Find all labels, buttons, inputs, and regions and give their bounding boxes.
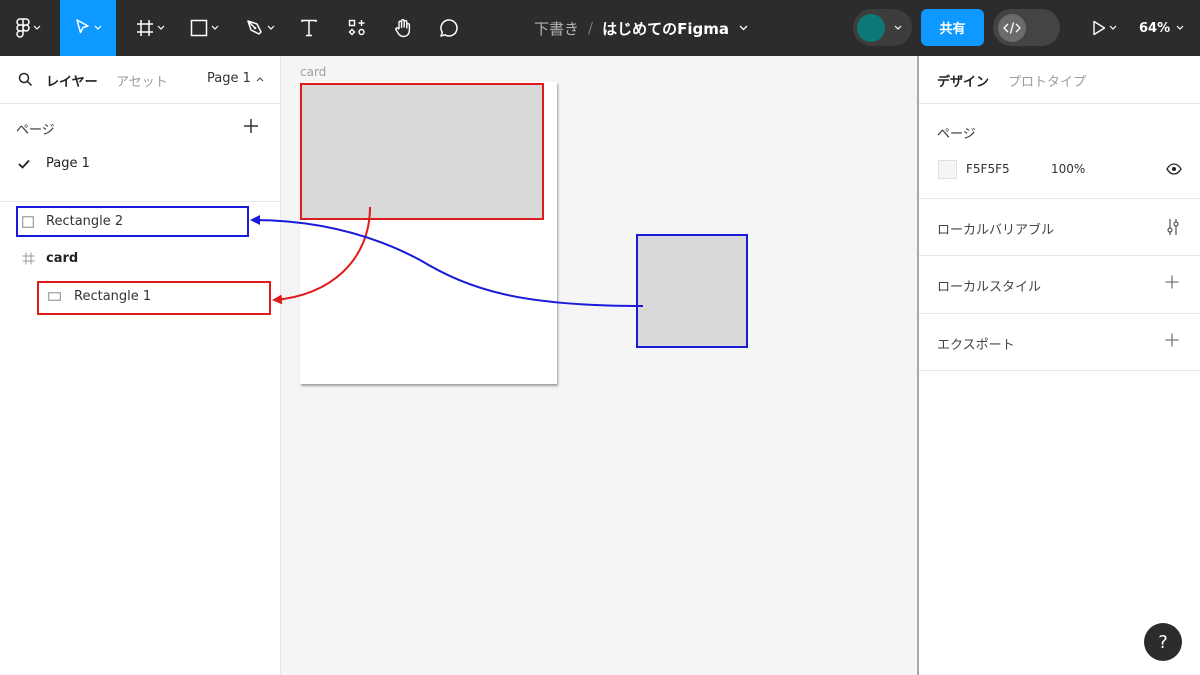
add-page-icon[interactable] [243, 118, 259, 134]
chevron-down-icon [33, 25, 40, 30]
chevron-down-icon [211, 25, 218, 30]
file-name[interactable]: はじめてのFigma [602, 18, 729, 39]
comment-tool-button[interactable] [434, 0, 464, 56]
plus-icon[interactable] [1165, 333, 1179, 347]
frame-tool-button[interactable] [128, 0, 172, 56]
dev-mode-icon [1003, 21, 1021, 34]
page-list-item-label: Page 1 [46, 156, 90, 171]
chevron-down-icon [157, 25, 164, 30]
chevron-down-icon [739, 25, 748, 31]
hand-tool-icon [395, 19, 411, 38]
multiplayer-avatars[interactable] [853, 9, 912, 46]
right-panel-tabs: デザイン プロトタイプ [919, 56, 1200, 104]
annotation-box-red [37, 281, 271, 315]
layers-panel: レイヤー アセット Page 1 ページ Page 1 Rectangle 2 … [0, 56, 281, 675]
move-tool-icon [75, 19, 89, 34]
chevron-down-icon [1176, 25, 1184, 30]
page-list-item[interactable]: Page 1 [18, 156, 90, 171]
shape-tool-button[interactable] [182, 0, 226, 56]
canvas[interactable]: card [281, 56, 917, 675]
checkmark-icon [18, 159, 30, 169]
section-divider [919, 370, 1200, 371]
section-title: エクスポート [937, 338, 1015, 353]
tab-design[interactable]: デザイン [937, 71, 989, 90]
chevron-down-icon [94, 25, 101, 30]
pages-heading: ページ [16, 123, 55, 138]
hand-tool-button[interactable] [388, 0, 418, 56]
section-title: ローカルスタイル [937, 280, 1042, 295]
dev-mode-knob [998, 13, 1026, 42]
chevron-down-icon [267, 25, 274, 30]
tab-prototype[interactable]: プロトタイプ [1008, 71, 1086, 90]
page-section-heading: ページ [937, 127, 976, 142]
background-color-swatch[interactable] [938, 160, 957, 179]
dev-mode-toggle[interactable] [993, 9, 1060, 46]
layer-card-frame[interactable]: card [21, 251, 78, 266]
help-button[interactable]: ? [1144, 623, 1182, 661]
page-selector[interactable]: Page 1 [207, 71, 264, 86]
tab-assets[interactable]: アセット [116, 71, 168, 90]
share-button[interactable]: 共有 [921, 9, 984, 46]
components-icon [348, 19, 365, 36]
background-opacity-value[interactable]: 100% [1051, 162, 1085, 176]
project-name[interactable]: 下書き [534, 18, 579, 39]
pen-tool-button[interactable] [238, 0, 282, 56]
search-icon[interactable] [18, 72, 33, 87]
top-toolbar: 下書き / はじめてのFigma 共有 64% [0, 0, 1200, 56]
background-hex-value[interactable]: F5F5F5 [966, 162, 1010, 176]
layer-label: card [46, 251, 79, 266]
avatar[interactable] [857, 13, 885, 42]
page-selector-label: Page 1 [207, 71, 251, 86]
section-title: ローカルバリアブル [937, 223, 1055, 238]
frame-layer-icon [22, 252, 34, 265]
resources-button[interactable] [342, 0, 372, 56]
export-section[interactable]: エクスポート [919, 313, 1200, 370]
file-title[interactable]: 下書き / はじめてのFigma [534, 0, 748, 56]
zoom-menu[interactable]: 64% [1139, 0, 1184, 56]
design-panel: デザイン プロトタイプ ページ F5F5F5 100% ローカルバリアブル ロー… [917, 56, 1200, 675]
main-menu-button[interactable] [8, 0, 48, 56]
rectangle-1-shape[interactable] [300, 83, 544, 220]
present-button[interactable] [1086, 0, 1122, 56]
tab-layers[interactable]: レイヤー [46, 71, 98, 90]
pen-tool-icon [246, 20, 262, 35]
figma-menu-icon [15, 18, 30, 38]
rectangle-2-shape[interactable] [636, 234, 748, 348]
local-variables-section[interactable]: ローカルバリアブル [919, 198, 1200, 255]
comment-icon [440, 19, 458, 37]
figma-app: 下書き / はじめてのFigma 共有 64% レイヤー アセット Page 1… [0, 0, 1200, 675]
text-tool-icon [301, 19, 317, 37]
plus-icon[interactable] [1165, 275, 1179, 289]
frame-tool-icon [136, 20, 153, 36]
present-icon [1092, 20, 1105, 36]
annotation-box-blue [16, 206, 249, 237]
rectangle-tool-icon [190, 19, 207, 37]
local-styles-section[interactable]: ローカルスタイル [919, 255, 1200, 312]
chevron-up-icon [256, 76, 264, 81]
sliders-icon[interactable] [1165, 218, 1181, 236]
eye-icon[interactable] [1166, 163, 1182, 175]
text-tool-button[interactable] [294, 0, 324, 56]
move-tool-button[interactable] [60, 0, 116, 56]
zoom-level: 64% [1139, 20, 1171, 36]
frame-label[interactable]: card [300, 65, 326, 79]
chevron-down-icon [894, 25, 902, 30]
title-separator: / [588, 19, 594, 37]
panel-divider [0, 201, 280, 202]
chevron-down-icon [1109, 25, 1116, 30]
left-panel-tabs: レイヤー アセット Page 1 [0, 56, 280, 104]
